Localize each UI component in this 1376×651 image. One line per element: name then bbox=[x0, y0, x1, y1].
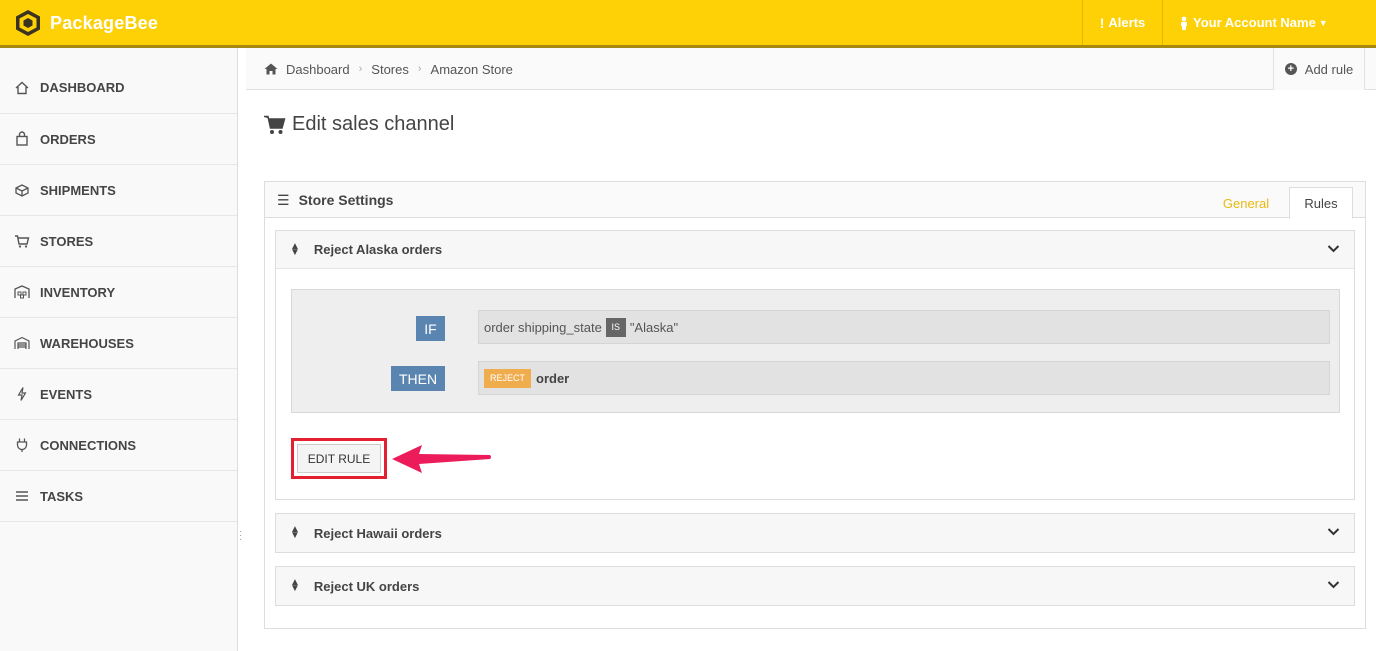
sort-icon[interactable]: ▲ ▼ bbox=[290, 578, 300, 594]
sidebar-item-label: ORDERS bbox=[40, 131, 96, 147]
page-title-text: Edit sales channel bbox=[292, 113, 455, 135]
sidebar-item-label: WAREHOUSES bbox=[40, 335, 134, 351]
breadcrumb-bar: Dashboard › Stores › Amazon Store + Add … bbox=[246, 48, 1376, 90]
sidebar-item-tasks[interactable]: TASKS bbox=[0, 471, 237, 522]
page-title: Edit sales channel bbox=[264, 113, 454, 136]
warehouse-icon bbox=[14, 336, 30, 349]
panel-title: ☰ Store Settings bbox=[277, 182, 393, 218]
rule-item: ▲ ▼ Reject Hawaii orders bbox=[275, 513, 1355, 553]
sidebar-item-label: INVENTORY bbox=[40, 284, 116, 300]
tab-general[interactable]: General bbox=[1207, 188, 1285, 218]
rule-header[interactable]: ▲ ▼ Reject Hawaii orders bbox=[276, 514, 1354, 552]
sidebar-item-label: DASHBOARD bbox=[40, 80, 125, 95]
bolt-icon bbox=[17, 387, 27, 401]
store-settings-panel: ☰ Store Settings General Rules ▲ ▼ Reject… bbox=[264, 181, 1366, 629]
condition-value: "Alaska" bbox=[629, 319, 679, 335]
logo[interactable]: PackageBee bbox=[14, 9, 158, 37]
alerts-menu[interactable]: ! Alerts bbox=[1082, 0, 1162, 45]
sidebar-item-label: CONNECTIONS bbox=[40, 437, 137, 453]
breadcrumb-dashboard[interactable]: Dashboard bbox=[286, 62, 350, 77]
cart-icon bbox=[15, 235, 30, 248]
sidebar-item-stores[interactable]: STORES bbox=[0, 216, 237, 267]
edit-rule-highlight: EDIT RULE bbox=[291, 438, 387, 479]
chevron-right-icon: › bbox=[358, 63, 363, 75]
sort-icon[interactable]: ▲ ▼ bbox=[290, 241, 300, 257]
account-label: Your Account Name bbox=[1193, 15, 1316, 30]
then-keyword: THEN bbox=[391, 366, 445, 391]
add-rule-button[interactable]: + Add rule bbox=[1273, 48, 1365, 90]
sidebar-item-dashboard[interactable]: DASHBOARD bbox=[0, 48, 237, 114]
edit-rule-button[interactable]: EDIT RULE bbox=[297, 444, 381, 473]
sidebar-item-label: TASKS bbox=[40, 488, 84, 504]
sidebar-item-inventory[interactable]: INVENTORY bbox=[0, 267, 237, 318]
inventory-icon bbox=[14, 285, 30, 299]
tab-rules[interactable]: Rules bbox=[1289, 187, 1353, 219]
condition-expression: order shipping_state IS "Alaska" bbox=[478, 310, 1330, 344]
panel-header: ☰ Store Settings General Rules bbox=[265, 182, 1365, 219]
breadcrumb-stores[interactable]: Stores bbox=[371, 62, 409, 77]
sidebar-item-label: STORES bbox=[40, 233, 94, 249]
plug-icon bbox=[16, 438, 28, 452]
package-icon bbox=[15, 184, 29, 197]
if-keyword: IF bbox=[416, 316, 445, 341]
rule-header[interactable]: ▲ ▼ Reject Alaska orders bbox=[276, 231, 1354, 269]
breadcrumb-amazon-store: Amazon Store bbox=[430, 61, 513, 77]
action-target: order bbox=[536, 370, 570, 386]
sidebar-item-shipments[interactable]: SHIPMENTS bbox=[0, 165, 237, 216]
sidebar: DASHBOARD ORDERS SHIPMENTS STORES INVENT… bbox=[0, 48, 238, 651]
rule-title: Reject Alaska orders bbox=[313, 242, 443, 257]
action-badge: REJECT bbox=[484, 368, 532, 388]
operator-badge: IS bbox=[605, 317, 626, 337]
rule-header[interactable]: ▲ ▼ Reject UK orders bbox=[276, 567, 1354, 605]
add-rule-label: Add rule bbox=[1304, 61, 1354, 77]
sort-icon[interactable]: ▲ ▼ bbox=[290, 525, 300, 541]
rule-condition-box: IF order shipping_state IS "Alaska" THEN… bbox=[291, 289, 1340, 413]
chevron-down-icon[interactable] bbox=[1327, 578, 1340, 591]
bag-icon bbox=[16, 131, 28, 146]
exclamation-icon: ! bbox=[1099, 14, 1105, 31]
user-icon bbox=[1181, 16, 1187, 30]
account-menu[interactable]: Your Account Name ▼ bbox=[1162, 0, 1376, 45]
alerts-label: Alerts bbox=[1108, 15, 1146, 30]
sidebar-item-warehouses[interactable]: WAREHOUSES bbox=[0, 318, 237, 369]
top-bar: PackageBee ! Alerts Your Account Name ▼ bbox=[0, 0, 1376, 48]
app-name: PackageBee bbox=[50, 12, 159, 33]
sidebar-item-events[interactable]: EVENTS bbox=[0, 369, 237, 420]
sidebar-item-label: EVENTS bbox=[40, 386, 93, 402]
rule-title: Reject Hawaii orders bbox=[313, 525, 442, 541]
sidebar-item-label: SHIPMENTS bbox=[40, 182, 116, 198]
annotation-arrow-icon bbox=[392, 445, 491, 473]
condition-field: order shipping_state bbox=[484, 319, 602, 335]
hexagon-logo-icon bbox=[16, 10, 40, 36]
home-icon bbox=[15, 81, 29, 94]
sidebar-item-orders[interactable]: ORDERS bbox=[0, 114, 237, 165]
action-expression: REJECT order bbox=[478, 361, 1330, 395]
sidebar-resize-handle[interactable]: · · · bbox=[239, 527, 242, 545]
menu-icon: ☰ bbox=[277, 191, 290, 208]
chevron-down-icon[interactable] bbox=[1327, 525, 1340, 538]
plus-circle-icon: + bbox=[1284, 63, 1297, 75]
chevron-down-icon[interactable] bbox=[1327, 242, 1340, 255]
panel-title-text: Store Settings bbox=[298, 192, 394, 208]
rule-item: ▲ ▼ Reject UK orders bbox=[275, 566, 1355, 606]
list-icon bbox=[16, 491, 28, 501]
breadcrumb: Dashboard › Stores › Amazon Store bbox=[264, 48, 513, 90]
cart-icon bbox=[264, 115, 286, 134]
sidebar-item-connections[interactable]: CONNECTIONS bbox=[0, 420, 237, 471]
chevron-right-icon: › bbox=[417, 63, 422, 75]
caret-down-icon: ▼ bbox=[1318, 17, 1328, 28]
home-icon bbox=[264, 63, 278, 75]
rule-title: Reject UK orders bbox=[313, 578, 420, 594]
